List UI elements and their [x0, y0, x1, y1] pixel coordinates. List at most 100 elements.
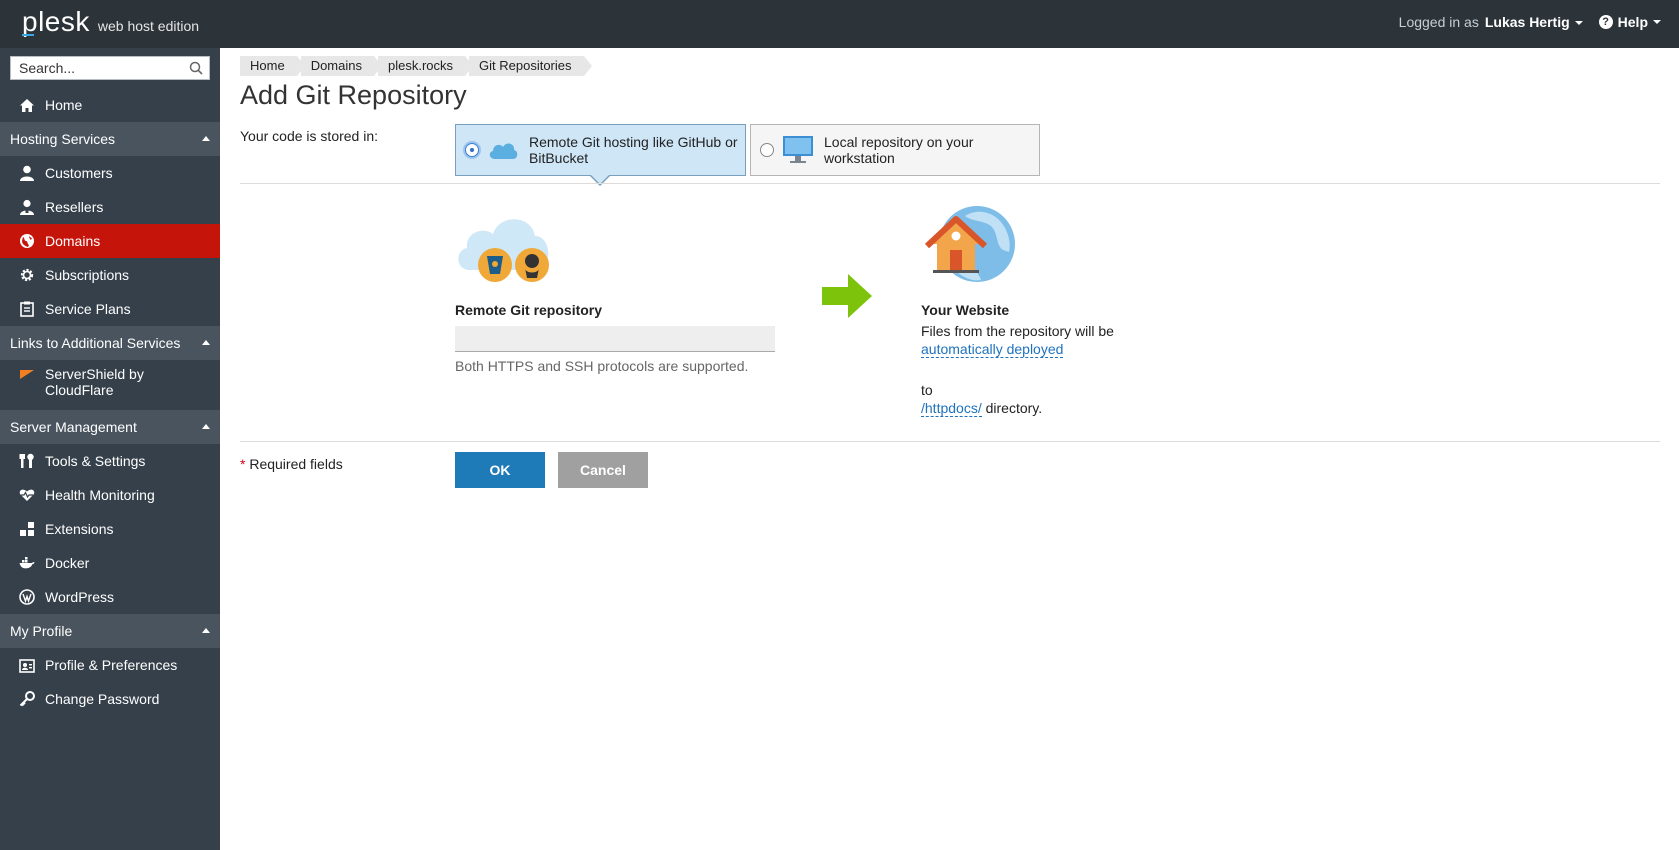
remote-repo-title: Remote Git repository [455, 302, 603, 318]
plesk-logo[interactable]: plesk web host edition [22, 6, 199, 38]
sidebar-item-label: Extensions [45, 521, 114, 537]
local-radio[interactable] [760, 143, 774, 157]
user-area: Logged in as Lukas Hertig ? Help [1399, 14, 1661, 30]
key-icon [18, 690, 36, 708]
sidebar-item-tools-settings[interactable]: Tools & Settings [0, 444, 220, 478]
top-bar: plesk web host edition Logged in as Luka… [0, 0, 1679, 48]
cancel-button[interactable]: Cancel [558, 452, 648, 488]
section-my-profile[interactable]: My Profile [0, 614, 220, 648]
logged-in-label: Logged in as [1398, 14, 1479, 30]
page-title: Add Git Repository [240, 80, 467, 110]
sidebar: Home Hosting Services Customers Reseller… [0, 48, 220, 850]
section-label: Server Management [10, 419, 137, 435]
logo-edition: web host edition [97, 18, 200, 34]
sidebar-item-subscriptions[interactable]: Subscriptions [0, 258, 220, 292]
search-box [10, 56, 210, 80]
clipboard-icon [18, 300, 36, 318]
sidebar-item-domains[interactable]: Domains [0, 224, 220, 258]
breadcrumb-home[interactable]: Home [240, 56, 305, 76]
sidebar-item-label: Subscriptions [45, 267, 130, 283]
divider-bottom [240, 441, 1660, 442]
profile-icon [18, 656, 36, 674]
protocols-hint: Both HTTPS and SSH protocols are support… [455, 358, 749, 374]
help-icon: ? [1598, 15, 1613, 29]
your-website-title: Your Website [921, 302, 1010, 318]
deploy-mode-link[interactable]: automatically deployed [921, 341, 1064, 358]
collapse-icon [202, 628, 210, 633]
monitor-icon [783, 136, 813, 163]
sidebar-item-profile-preferences[interactable]: Profile & Preferences [0, 648, 220, 682]
deploy-to-label: to [921, 382, 933, 398]
sidebar-item-extensions[interactable]: Extensions [0, 512, 220, 546]
required-label: Required fields [245, 456, 343, 472]
sidebar-item-servershield[interactable]: ServerShield by CloudFlare [0, 360, 220, 410]
help-menu[interactable]: ? Help [1598, 14, 1661, 30]
section-label: My Profile [10, 623, 73, 639]
cloud-repo-icon [458, 219, 549, 282]
sidebar-item-label: ServerShield by CloudFlare [45, 366, 144, 398]
sidebar-item-docker[interactable]: Docker [0, 546, 220, 580]
remote-repo-input[interactable] [455, 326, 775, 352]
directory-link[interactable]: /httpdocs/ [921, 400, 982, 417]
cloudflare-icon [18, 366, 36, 384]
section-label: Links to Additional Services [10, 335, 181, 351]
sidebar-item-home[interactable]: Home [0, 88, 220, 122]
selection-pointer [589, 174, 611, 186]
sidebar-item-label: Profile & Preferences [45, 657, 178, 673]
section-links-additional-services[interactable]: Links to Additional Services [0, 326, 220, 360]
sidebar-item-service-plans[interactable]: Service Plans [0, 292, 220, 326]
user-icon [18, 164, 36, 182]
collapse-icon [202, 340, 210, 345]
ok-button[interactable]: OK [455, 452, 545, 488]
local-option-label: Local repository on your workstation [824, 134, 974, 166]
arrow-right-icon [822, 274, 872, 318]
sidebar-item-label: Change Password [45, 691, 160, 707]
user-menu[interactable]: Lukas Hertig [1485, 14, 1583, 30]
deploy-directory-row: /httpdocs/ directory. [921, 400, 1043, 417]
sidebar-item-label: Health Monitoring [45, 487, 155, 503]
tools-icon [18, 452, 36, 470]
cloud-icon [489, 143, 518, 159]
collapse-icon [202, 424, 210, 429]
search-input[interactable] [11, 57, 187, 79]
sidebar-item-resellers[interactable]: Resellers [0, 190, 220, 224]
option-remote-git[interactable]: Remote Git hosting like GitHub or BitBuc… [455, 124, 746, 176]
reseller-icon [18, 198, 36, 216]
globe-icon [18, 232, 36, 250]
breadcrumb-domain[interactable]: plesk.rocks [377, 56, 474, 76]
sidebar-item-health-monitoring[interactable]: Health Monitoring [0, 478, 220, 512]
breadcrumb-git-repositories[interactable]: Git Repositories [469, 56, 593, 76]
section-label: Hosting Services [10, 131, 116, 147]
sidebar-nav: Home Hosting Services Customers Reseller… [0, 88, 220, 716]
sidebar-item-label: Domains [45, 233, 101, 249]
docker-icon [18, 554, 36, 572]
wordpress-icon [18, 588, 36, 606]
sidebar-item-label: Docker [45, 555, 90, 571]
search-icon[interactable] [189, 61, 203, 75]
chevron-down-icon [1653, 20, 1661, 24]
deploy-description: Files from the repository will be [921, 323, 1114, 339]
sidebar-item-label: Resellers [45, 199, 104, 215]
sidebar-item-label: Customers [45, 165, 113, 181]
collapse-icon [202, 136, 210, 141]
gear-icon [18, 266, 36, 284]
sidebar-item-change-password[interactable]: Change Password [0, 682, 220, 716]
directory-suffix: directory. [981, 400, 1043, 416]
option-local-repo[interactable]: Local repository on your workstation [750, 124, 1040, 176]
stored-in-label: Your code is stored in: [240, 128, 379, 144]
help-label: Help [1617, 14, 1648, 30]
sidebar-item-wordpress[interactable]: WordPress [0, 580, 220, 614]
home-icon [18, 96, 36, 114]
divider-top [240, 183, 1660, 184]
sidebar-item-customers[interactable]: Customers [0, 156, 220, 190]
website-house-icon [925, 206, 1015, 282]
sidebar-item-label: Tools & Settings [45, 453, 146, 469]
required-fields-note: * Required fields [240, 456, 343, 472]
remote-radio[interactable] [465, 143, 479, 157]
sidebar-item-label: Service Plans [45, 301, 131, 317]
user-name: Lukas Hertig [1484, 14, 1570, 30]
section-hosting-services[interactable]: Hosting Services [0, 122, 220, 156]
section-server-management[interactable]: Server Management [0, 410, 220, 444]
breadcrumb-domains[interactable]: Domains [300, 56, 383, 76]
sidebar-item-label: Home [45, 97, 83, 113]
